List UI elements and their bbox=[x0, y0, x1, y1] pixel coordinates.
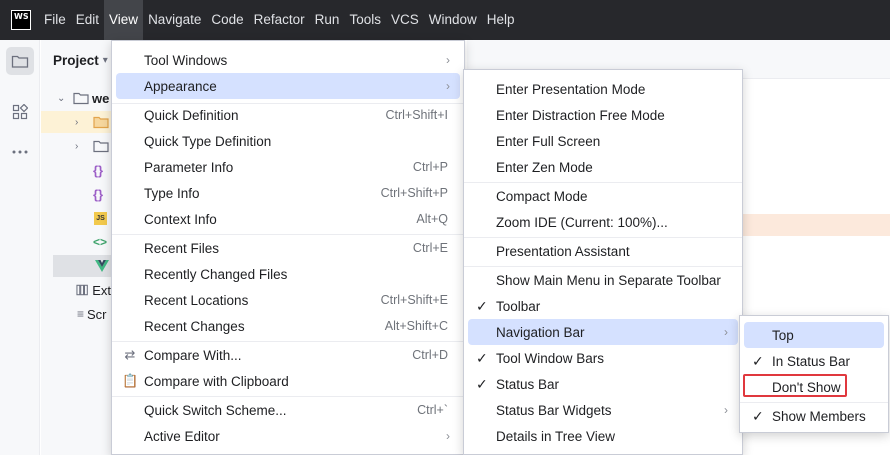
project-panel-header[interactable]: Project ▾ bbox=[53, 53, 108, 68]
menu-item-nav-dont-show[interactable]: Don't Show bbox=[744, 374, 884, 400]
appearance-submenu-popup: Enter Presentation Mode Enter Distractio… bbox=[463, 69, 743, 455]
tree-row[interactable]: › bbox=[41, 111, 111, 133]
menu-item-recent-changes[interactable]: Recent Changes Alt+Shift+C bbox=[116, 313, 460, 339]
menu-item-active-editor[interactable]: Active Editor › bbox=[116, 423, 460, 449]
menu-item-nav-top[interactable]: Top bbox=[744, 322, 884, 348]
tree-row-root[interactable]: ⌄ we bbox=[41, 87, 111, 109]
menu-item-compare-with[interactable]: ⇄ Compare With... Ctrl+D bbox=[116, 342, 460, 368]
menu-item-quick-switch-scheme[interactable]: Quick Switch Scheme... Ctrl+` bbox=[116, 397, 460, 423]
checkmark-icon: ✓ bbox=[476, 297, 488, 314]
chevron-right-icon: › bbox=[724, 325, 728, 339]
main-menu-bar: WS File Edit View Navigate Code Refactor… bbox=[0, 0, 890, 40]
menu-run[interactable]: Run bbox=[310, 0, 345, 40]
tree-row[interactable]: <> bbox=[41, 231, 111, 253]
folder-icon bbox=[93, 116, 109, 129]
menu-code[interactable]: Code bbox=[206, 0, 248, 40]
menu-item-toolbar[interactable]: ✓ Toolbar bbox=[468, 293, 738, 319]
tool-window-strip bbox=[0, 40, 40, 455]
folder-icon bbox=[11, 55, 29, 68]
chevron-down-icon: ▾ bbox=[102, 55, 108, 66]
folder-icon bbox=[73, 92, 89, 105]
menu-window[interactable]: Window bbox=[424, 0, 482, 40]
checkmark-icon: ✓ bbox=[476, 375, 488, 392]
menu-item-distraction-free-mode[interactable]: Enter Distraction Free Mode bbox=[468, 102, 738, 128]
menu-item-status-bar-widgets[interactable]: Status Bar Widgets › bbox=[468, 397, 738, 423]
compare-icon: ⇄ bbox=[124, 347, 136, 362]
chevron-right-icon: › bbox=[724, 403, 728, 417]
menu-item-status-bar[interactable]: ✓ Status Bar bbox=[468, 371, 738, 397]
menu-item-zen-mode[interactable]: Enter Zen Mode bbox=[468, 154, 738, 180]
menu-item-presentation-assistant[interactable]: Presentation Assistant bbox=[468, 238, 738, 264]
menu-refactor[interactable]: Refactor bbox=[249, 0, 310, 40]
menu-item-presentation-mode[interactable]: Enter Presentation Mode bbox=[468, 76, 738, 102]
structure-tool-button[interactable] bbox=[6, 98, 34, 126]
chevron-right-icon: › bbox=[75, 116, 79, 128]
menu-item-compact-mode[interactable]: Compact Mode bbox=[468, 183, 738, 209]
menu-navigate[interactable]: Navigate bbox=[143, 0, 206, 40]
menu-item-main-menu-separate-toolbar[interactable]: Show Main Menu in Separate Toolbar bbox=[468, 267, 738, 293]
menu-item-compare-with-clipboard[interactable]: 📋 Compare with Clipboard bbox=[116, 368, 460, 394]
json-file-icon: {} bbox=[93, 162, 104, 178]
scratches-label: Scr bbox=[87, 306, 107, 322]
tree-row[interactable]: {} bbox=[41, 159, 111, 181]
menu-item-tool-window-bars[interactable]: ✓ Tool Window Bars bbox=[468, 345, 738, 371]
menu-item-recent-files[interactable]: Recent Files Ctrl+E bbox=[116, 235, 460, 261]
structure-icon bbox=[12, 104, 28, 120]
menu-help[interactable]: Help bbox=[482, 0, 520, 40]
menu-tools[interactable]: Tools bbox=[344, 0, 386, 40]
clipboard-icon: 📋 bbox=[122, 373, 139, 388]
tree-row[interactable]: › bbox=[41, 135, 111, 157]
menu-item-type-info[interactable]: Type Info Ctrl+Shift+P bbox=[116, 180, 460, 206]
checkmark-icon: ✓ bbox=[476, 349, 488, 366]
external-libraries-label: Ext bbox=[92, 282, 111, 298]
project-title: Project bbox=[53, 53, 99, 68]
more-horizontal-icon bbox=[12, 150, 28, 154]
project-tool-button[interactable] bbox=[6, 47, 34, 75]
menu-item-context-info[interactable]: Context Info Alt+Q bbox=[116, 206, 460, 232]
webstorm-logo-icon[interactable]: WS bbox=[11, 10, 31, 30]
js-file-icon: JS bbox=[94, 211, 107, 225]
tree-row-selected[interactable] bbox=[53, 255, 111, 277]
folder-icon bbox=[93, 140, 109, 153]
menu-item-quick-definition[interactable]: Quick Definition Ctrl+Shift+I bbox=[116, 102, 460, 128]
root-folder-label: we bbox=[92, 90, 110, 106]
menu-item-tool-windows[interactable]: Tool Windows › bbox=[116, 47, 460, 73]
menu-item-recent-locations[interactable]: Recent Locations Ctrl+Shift+E bbox=[116, 287, 460, 313]
tree-row-scratches[interactable]: ≡ Scr bbox=[41, 303, 111, 325]
external-libraries-icon bbox=[76, 284, 88, 296]
checkmark-icon: ✓ bbox=[752, 352, 764, 369]
menu-vcs[interactable]: VCS bbox=[386, 0, 424, 40]
menu-item-parameter-info[interactable]: Parameter Info Ctrl+P bbox=[116, 154, 460, 180]
menu-file[interactable]: File bbox=[39, 0, 71, 40]
menu-item-nav-in-status-bar[interactable]: ✓ In Status Bar bbox=[744, 348, 884, 374]
json-file-icon: {} bbox=[93, 186, 104, 202]
checkmark-icon: ✓ bbox=[752, 407, 764, 424]
tree-row[interactable]: {} bbox=[41, 183, 111, 205]
menu-item-zoom-ide[interactable]: Zoom IDE (Current: 100%)... bbox=[468, 209, 738, 235]
menu-view[interactable]: View bbox=[104, 0, 144, 40]
tree-row[interactable]: JS bbox=[41, 207, 111, 229]
menu-item-appearance[interactable]: Appearance › bbox=[116, 73, 460, 99]
menu-item-navigation-bar[interactable]: Navigation Bar › bbox=[468, 319, 738, 345]
more-tools-button[interactable] bbox=[6, 138, 34, 166]
menu-item-details-in-tree-view[interactable]: Details in Tree View bbox=[468, 423, 738, 449]
html-file-icon: <> bbox=[93, 235, 108, 249]
project-panel: Project ▾ ⌄ we › › {} {} JS <> Ext ≡ Scr bbox=[41, 40, 111, 455]
editor-highlighted-line bbox=[740, 214, 890, 236]
chevron-down-icon: ⌄ bbox=[57, 92, 66, 104]
navigation-bar-submenu-popup: Top ✓ In Status Bar Don't Show ✓ Show Me… bbox=[739, 315, 889, 433]
menu-item-recently-changed-files[interactable]: Recently Changed Files bbox=[116, 261, 460, 287]
menu-item-full-screen[interactable]: Enter Full Screen bbox=[468, 128, 738, 154]
chevron-right-icon: › bbox=[446, 53, 450, 67]
view-menu-popup: Tool Windows › Appearance › Quick Defini… bbox=[111, 40, 465, 455]
scratches-icon: ≡ bbox=[77, 307, 85, 321]
menu-item-quick-type-definition[interactable]: Quick Type Definition bbox=[116, 128, 460, 154]
menu-item-nav-show-members[interactable]: ✓ Show Members bbox=[744, 403, 884, 429]
tree-row-external-libraries[interactable]: Ext bbox=[41, 279, 111, 301]
chevron-right-icon: › bbox=[446, 79, 450, 93]
vue-file-icon bbox=[95, 260, 109, 272]
chevron-right-icon: › bbox=[446, 429, 450, 443]
chevron-right-icon: › bbox=[75, 140, 79, 152]
menu-edit[interactable]: Edit bbox=[71, 0, 104, 40]
